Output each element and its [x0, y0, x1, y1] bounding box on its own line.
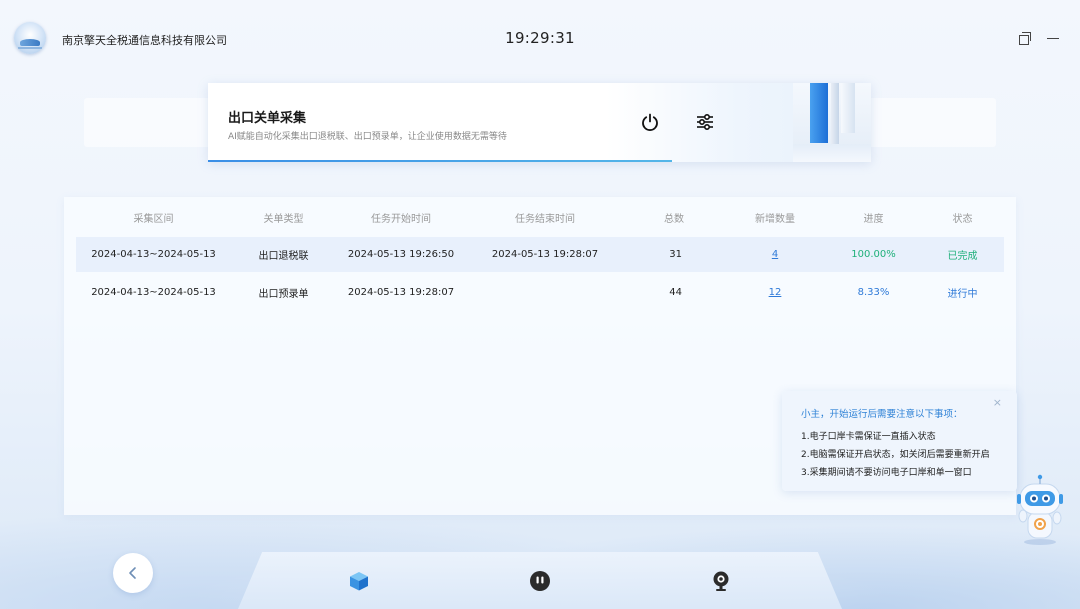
collection-range: 2024-04-13~2024-05-13 [91, 287, 216, 298]
declaration-type: 出口退税联 [258, 251, 309, 262]
sliders-icon [697, 113, 713, 131]
title-bar: 南京擎天全税通信息科技有限公司 19:29:31 [0, 0, 1080, 76]
column-header: 总数 [664, 213, 684, 225]
progress-value: 8.33% [857, 287, 890, 298]
progress-value: 100.00% [851, 249, 896, 260]
new-count-cell: 4 [724, 237, 826, 272]
clock: 19:29:31 [505, 29, 575, 47]
column-header: 状态 [952, 213, 973, 225]
cube-button[interactable] [348, 570, 370, 592]
back-icon [129, 567, 136, 579]
power-button[interactable] [639, 111, 661, 133]
status-text: 进行中 [947, 289, 978, 300]
column-header: 采集区间 [133, 213, 174, 225]
notice-item: 3.采集期间请不要访问电子口岸和单一窗口 [801, 468, 972, 478]
settings-button[interactable] [694, 111, 716, 133]
feature-header-card: 出口关单采集 AI赋能自动化采集出口退税联、出口预录单，让企业使用数据无需等待 [208, 83, 871, 162]
start-time: 2024-05-13 19:26:50 [347, 249, 455, 260]
notice-popup: 小主，开始运行后需要注意以下事项： × 1.电子口岸卡需保证一直插入状态 2.电… [782, 391, 1017, 491]
pause-icon [530, 571, 550, 591]
power-icon [642, 113, 658, 131]
header-progress-underline [208, 160, 672, 162]
collection-range: 2024-04-13~2024-05-13 [91, 249, 216, 260]
pause-button[interactable] [529, 570, 551, 592]
column-header: 关单类型 [263, 213, 304, 225]
column-header: 任务结束时间 [515, 213, 575, 225]
restore-window-button[interactable] [1016, 30, 1032, 46]
camera-button[interactable] [710, 570, 732, 592]
feature-description: AI赋能自动化采集出口退税联、出口预录单，让企业使用数据无需等待 [228, 132, 507, 142]
declaration-type: 出口预录单 [258, 289, 309, 300]
end-time: 2024-05-13 19:28:07 [491, 249, 599, 260]
notice-item: 2.电脑需保证开启状态，如关闭后需要重新开启 [801, 450, 990, 460]
total-count: 44 [669, 287, 682, 298]
end-time [466, 275, 624, 310]
column-header: 进度 [863, 213, 884, 225]
start-time: 2024-05-13 19:28:07 [347, 287, 455, 298]
table-header: 采集区间 关单类型 任务开始时间 任务结束时间 总数 新增数量 进度 状态 [76, 200, 1004, 234]
close-icon[interactable]: × [993, 396, 1002, 409]
back-button[interactable] [113, 553, 153, 593]
table-row: 2024-04-13~2024-05-13 出口预录单 2024-05-13 1… [76, 275, 1004, 310]
notice-item: 1.电子口岸卡需保证一直插入状态 [801, 432, 936, 442]
total-count: 31 [669, 249, 682, 260]
notice-title: 小主，开始运行后需要注意以下事项： [801, 409, 963, 420]
table-row: 2024-04-13~2024-05-13 出口退税联 2024-05-13 1… [76, 237, 1004, 272]
new-count-link[interactable]: 12 [769, 287, 782, 298]
robot-mascot-icon[interactable] [1013, 474, 1067, 546]
minimize-window-button[interactable] [1045, 30, 1061, 46]
cube-icon [350, 572, 368, 591]
new-count-link[interactable]: 4 [772, 249, 778, 260]
new-count-cell: 12 [724, 275, 826, 310]
camera-icon [713, 571, 729, 591]
column-header: 新增数量 [755, 213, 795, 225]
status-text: 已完成 [947, 251, 978, 262]
column-header: 任务开始时间 [371, 213, 431, 225]
header-illustration [793, 83, 871, 162]
feature-title: 出口关单采集 [228, 111, 307, 126]
